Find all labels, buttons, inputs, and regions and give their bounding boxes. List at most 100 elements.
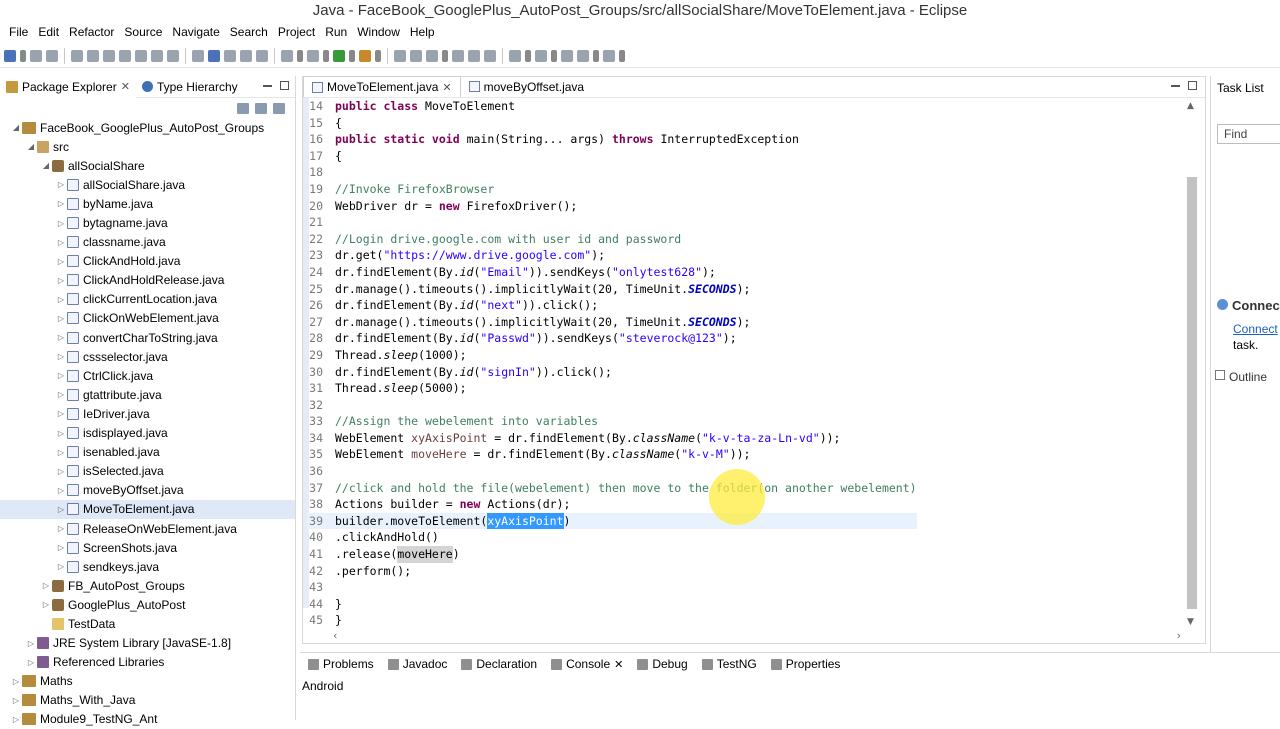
tab-console[interactable]: Console ✕ [547,657,628,671]
collapsed-arrow-icon[interactable]: ▷ [55,276,67,285]
format-icon[interactable] [256,49,268,62]
prev-annotation-icon[interactable] [535,49,547,62]
tree-item[interactable]: ▷ ReleaseOnWebElement.java [0,519,295,538]
new-java-project-icon[interactable] [394,49,406,62]
menu-item-edit[interactable]: Edit [33,25,64,39]
code-line[interactable]: 27 dr.manage().timeouts().implicitlyWait(… [307,314,917,331]
menu-item-refactor[interactable]: Refactor [64,25,119,39]
tab-properties[interactable]: Properties [767,657,845,671]
collapsed-arrow-icon[interactable]: ▷ [55,333,67,342]
menu-item-run[interactable]: Run [320,25,352,39]
collapsed-arrow-icon[interactable]: ▷ [10,696,22,705]
scroll-right-icon[interactable]: › [1177,629,1181,642]
dropdown-icon[interactable] [375,49,381,62]
tree-item[interactable]: ▷ IeDriver.java [0,404,295,423]
run-icon[interactable] [333,49,345,62]
tab-javadoc[interactable]: Javadoc [384,657,452,671]
tree-item[interactable]: ▷ isenabled.java [0,443,295,462]
terminate-icon[interactable] [119,49,131,62]
tree-item[interactable]: ▷ convertCharToString.java [0,328,295,347]
expanded-arrow-icon[interactable]: ◢ [10,123,22,132]
collapsed-arrow-icon[interactable]: ▷ [55,219,67,228]
dropdown-icon[interactable] [297,49,303,62]
open-type-icon[interactable] [192,49,204,62]
code-line[interactable]: 21 [307,214,917,231]
tab-declaration[interactable]: Declaration [457,657,541,671]
collapsed-arrow-icon[interactable]: ▷ [55,199,67,208]
tab-problems[interactable]: Problems [304,657,378,671]
collapsed-arrow-icon[interactable]: ▷ [10,715,22,724]
collapsed-arrow-icon[interactable]: ▷ [55,371,67,380]
tree-item[interactable]: ▷ Maths [0,672,295,691]
tree-item[interactable]: ◢ FaceBook_GooglePlus_AutoPost_Groups [0,118,295,137]
code-line[interactable]: 37 //click and hold the file(webelement) … [307,480,916,497]
code-line[interactable]: 32 [307,397,917,414]
expanded-arrow-icon[interactable]: ◢ [25,142,37,151]
collapsed-arrow-icon[interactable]: ▷ [55,429,67,438]
code-line[interactable]: 18 [307,164,917,181]
menu-item-project[interactable]: Project [273,25,320,39]
code-line[interactable]: 31 Thread. sleep (5000); [307,380,917,397]
collapsed-arrow-icon[interactable]: ▷ [55,257,67,266]
horizontal-scrollbar[interactable]: ‹ › [333,629,1181,642]
collapsed-arrow-icon[interactable]: ▷ [40,581,52,590]
connect-link[interactable]: Connect [1233,322,1278,336]
dropdown-icon[interactable] [349,49,355,62]
tree-item[interactable]: ▷ clickCurrentLocation.java [0,290,295,309]
minimize-icon[interactable] [263,85,272,87]
code-line[interactable]: 23 dr.get("https://www.drive.google.com")… [307,247,917,264]
new-package-icon[interactable] [410,49,422,62]
code-line[interactable]: 42 .perform(); [307,563,917,580]
collapsed-arrow-icon[interactable]: ▷ [25,639,37,648]
tab-debug[interactable]: Debug [633,657,691,671]
dropdown-icon[interactable] [442,49,448,62]
tree-item[interactable]: ▷ isdisplayed.java [0,424,295,443]
task-icon[interactable] [281,49,293,62]
tree-item[interactable]: ▷ bytagname.java [0,213,295,232]
menu-item-help[interactable]: Help [405,25,440,39]
new-icon[interactable] [4,49,16,62]
collapsed-arrow-icon[interactable]: ▷ [55,524,67,533]
code-line[interactable]: 39 builder.moveToElement(xyAxisPoint) [307,512,917,530]
tab-testng[interactable]: TestNG [698,657,761,671]
tree-item[interactable]: ◢ src [0,137,295,156]
collapsed-arrow-icon[interactable]: ▷ [55,295,67,304]
step-return-icon[interactable] [167,49,179,62]
collapsed-arrow-icon[interactable]: ▷ [55,390,67,399]
collapsed-arrow-icon[interactable]: ▷ [55,448,67,457]
tab-movebyoffset[interactable]: moveByOffset.java [461,76,593,97]
collapsed-arrow-icon[interactable]: ▷ [55,467,67,476]
last-edit-location-icon[interactable] [561,49,573,62]
tree-item[interactable]: ▷ Maths_With_Java [0,691,295,710]
close-icon[interactable]: ✕ [442,81,451,94]
close-icon[interactable]: ✕ [121,80,130,93]
code-line[interactable]: 35 WebElement moveHere = dr.findElement(B… [307,446,917,463]
collapsed-arrow-icon[interactable]: ▷ [40,600,52,609]
skip-breakpoints-icon[interactable] [71,49,83,62]
tree-item[interactable]: ▷ byName.java [0,194,295,213]
tree-item[interactable]: ▷ MoveToElement.java [0,499,295,519]
dropdown-icon[interactable] [593,49,599,62]
collapsed-arrow-icon[interactable]: ▷ [55,409,67,418]
resume-icon[interactable] [87,49,99,62]
code-line[interactable]: 20 WebDriver dr = new FirefoxDriver(); [307,198,917,215]
tree-item[interactable]: TestData [0,614,295,633]
step-into-icon[interactable] [135,49,147,62]
minimize-icon[interactable] [1171,85,1180,87]
block-selection-icon[interactable] [224,49,236,62]
dropdown-icon[interactable] [323,49,329,62]
tree-item[interactable]: ▷ sendkeys.java [0,557,295,576]
task-list-title[interactable]: Task List [1211,76,1280,100]
menu-item-window[interactable]: Window [352,25,405,39]
code-line[interactable]: 28 dr.findElement(By. id("Passwd")).sendKe… [307,330,917,347]
collapsed-arrow-icon[interactable]: ▷ [55,238,67,247]
open-task-icon[interactable] [484,49,496,62]
save-all-icon[interactable] [46,49,58,62]
tree-item[interactable]: ▷ CtrlClick.java [0,366,295,385]
show-whitespace-icon[interactable] [240,49,252,62]
maximize-icon[interactable] [280,81,289,90]
tree-item[interactable]: ▷ Module9_TestNG_Ant [0,710,295,729]
tree-item[interactable]: ▷ moveByOffset.java [0,481,295,500]
tree-item[interactable]: ◢ allSocialShare [0,156,295,175]
tree-item[interactable]: ▷ isSelected.java [0,462,295,481]
